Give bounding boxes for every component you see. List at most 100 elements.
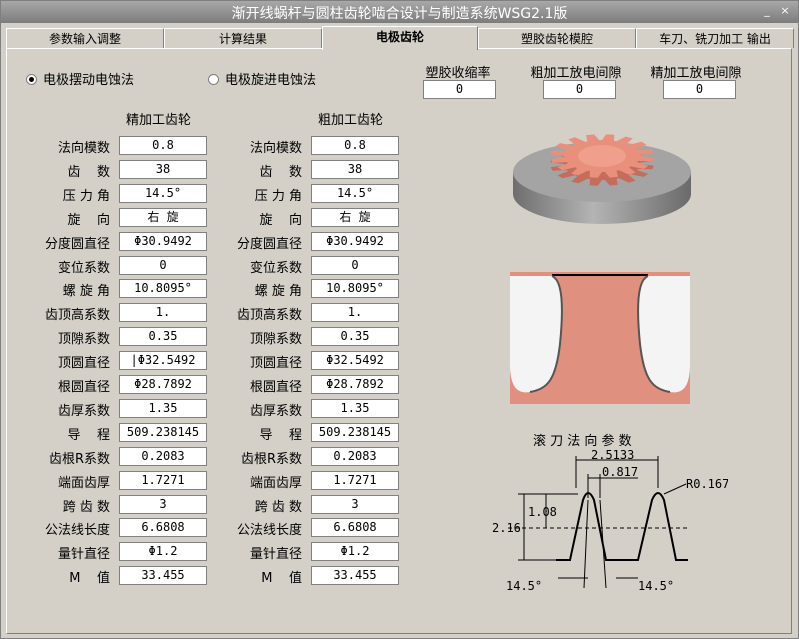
finish-param-field[interactable]: 0.8: [119, 136, 207, 155]
rough-param-field[interactable]: 509.238145: [311, 423, 399, 442]
finish-param-label: 根圆直径: [57, 380, 110, 395]
rough-param-label: 分度圆直径: [236, 237, 302, 252]
rough-param-field[interactable]: 38: [311, 160, 399, 179]
hob-addendum: 1.08: [528, 505, 557, 519]
radio-label: 电极摆动电蚀法: [43, 73, 135, 88]
finish-param-field[interactable]: Φ1.2: [119, 542, 207, 561]
finish-gap-field[interactable]: 0: [663, 80, 736, 99]
tab-lathe-mill-output[interactable]: 车刀、铣刀加工 输出: [636, 28, 794, 48]
rough-param-field[interactable]: 0.2083: [311, 447, 399, 466]
rough-param-field[interactable]: 3: [311, 495, 399, 514]
radio-swing-edm[interactable]: 电极摆动电蚀法: [26, 72, 134, 90]
finish-param-label: 顶圆直径: [57, 356, 110, 371]
finish-param-label: M 值: [69, 571, 110, 586]
finish-param-field[interactable]: 0.35: [119, 327, 207, 346]
finish-param-label: 导 程: [67, 428, 110, 443]
rough-param-label: 齿顶高系数: [236, 308, 302, 323]
finish-param-label: 变位系数: [57, 261, 110, 276]
rough-param-label: 齿根R系数: [240, 452, 302, 467]
finish-param-label: 螺 旋 角: [62, 284, 110, 299]
gear-3d-image: [513, 134, 691, 224]
radio-dot: [208, 74, 219, 85]
rough-param-field[interactable]: 1.: [311, 303, 399, 322]
rough-param-label: 螺 旋 角: [254, 284, 302, 299]
rough-param-label: 端面齿厚: [249, 476, 302, 491]
finish-param-field[interactable]: 33.455: [119, 566, 207, 585]
finish-param-field[interactable]: 0: [119, 256, 207, 275]
finish-param-label: 齿根R系数: [48, 452, 110, 467]
finish-gear-heading: 精加工齿轮: [126, 113, 192, 128]
finish-param-label: 顶隙系数: [57, 332, 110, 347]
finish-param-field[interactable]: 0.2083: [119, 447, 207, 466]
finish-param-label: 跨 齿 数: [62, 500, 110, 515]
finish-param-field[interactable]: Φ28.7892: [119, 375, 207, 394]
minimize-button[interactable]: _: [759, 3, 775, 19]
finish-param-field[interactable]: 右 旋: [119, 208, 207, 227]
finish-param-label: 端面齿厚: [57, 476, 110, 491]
tab-calc-results[interactable]: 计算结果: [164, 28, 322, 48]
title-bar: 渐开线蜗杆与圆柱齿轮啮合设计与制造系统WSG2.1版 _ ×: [1, 1, 798, 23]
hob-radius: R0.167: [686, 477, 728, 491]
rough-param-field[interactable]: 0: [311, 256, 399, 275]
rough-param-field[interactable]: 0.8: [311, 136, 399, 155]
hob-profile-diagram: 2.5133 0.817 R0.167 1.08 2.16 14.5° 14.5…: [492, 448, 728, 593]
finish-param-field[interactable]: 10.8095°: [119, 279, 207, 298]
tab-parameter-input[interactable]: 参数输入调整: [6, 28, 164, 48]
rough-param-field[interactable]: 10.8095°: [311, 279, 399, 298]
hob-angle-left: 14.5°: [506, 579, 542, 593]
tab-electrode-gear[interactable]: 电极齿轮: [322, 26, 478, 50]
rough-param-field[interactable]: 右 旋: [311, 208, 399, 227]
rough-param-label: 压 力 角: [254, 189, 302, 204]
rough-param-label: 旋 向: [259, 213, 302, 228]
rough-param-label: 顶圆直径: [249, 356, 302, 371]
hob-angle-right: 14.5°: [638, 579, 674, 593]
tab-bar: 参数输入调整 计算结果 电极齿轮 塑胶齿轮模腔 车刀、铣刀加工 输出: [6, 26, 794, 50]
finish-param-field[interactable]: Φ30.9492: [119, 232, 207, 251]
finish-param-field[interactable]: 1.: [119, 303, 207, 322]
radio-spiral-edm[interactable]: 电极旋进电蚀法: [208, 72, 316, 90]
shrink-rate-field[interactable]: 0: [423, 80, 496, 99]
rough-param-label: 公法线长度: [236, 523, 302, 538]
rough-param-field[interactable]: Φ32.5492: [311, 351, 399, 370]
finish-param-label: 齿厚系数: [57, 404, 110, 419]
rough-param-field[interactable]: 0.35: [311, 327, 399, 346]
finish-gap-label: 精加工放电间隙: [650, 66, 742, 81]
finish-param-field[interactable]: 6.6808: [119, 518, 207, 537]
rough-param-field[interactable]: 14.5°: [311, 184, 399, 203]
finish-param-field[interactable]: 3: [119, 495, 207, 514]
rough-param-label: 跨 齿 数: [254, 500, 302, 515]
rough-param-field[interactable]: 1.7271: [311, 471, 399, 490]
tab-plastic-gear-mold[interactable]: 塑胶齿轮模腔: [478, 28, 636, 48]
rough-gap-field[interactable]: 0: [543, 80, 616, 99]
finish-param-label: 齿 数: [67, 165, 110, 180]
rough-param-field[interactable]: Φ1.2: [311, 542, 399, 561]
rough-param-field[interactable]: Φ28.7892: [311, 375, 399, 394]
tooth-profile-image: [510, 264, 690, 404]
finish-param-field[interactable]: |Φ32.5492: [119, 351, 207, 370]
window-title: 渐开线蜗杆与圆柱齿轮啮合设计与制造系统WSG2.1版: [231, 6, 568, 22]
rough-param-label: 齿厚系数: [249, 404, 302, 419]
hob-tooth-width: 0.817: [602, 465, 638, 479]
rough-param-field[interactable]: 1.35: [311, 399, 399, 418]
finish-param-field[interactable]: 1.7271: [119, 471, 207, 490]
rough-param-label: 导 程: [259, 428, 302, 443]
finish-param-field[interactable]: 509.238145: [119, 423, 207, 442]
finish-param-label: 压 力 角: [62, 189, 110, 204]
rough-gap-label: 粗加工放电间隙: [530, 66, 622, 81]
hob-pitch: 2.5133: [591, 448, 634, 462]
rough-param-field[interactable]: 33.455: [311, 566, 399, 585]
finish-param-field[interactable]: 1.35: [119, 399, 207, 418]
radio-dot: [26, 74, 37, 85]
rough-gear-heading: 粗加工齿轮: [318, 113, 384, 128]
rough-param-label: 量针直径: [249, 547, 302, 562]
finish-param-field[interactable]: 38: [119, 160, 207, 179]
finish-param-label: 旋 向: [67, 213, 110, 228]
rough-param-field[interactable]: 6.6808: [311, 518, 399, 537]
rough-param-label: 变位系数: [249, 261, 302, 276]
finish-param-label: 公法线长度: [44, 523, 110, 538]
rough-param-field[interactable]: Φ30.9492: [311, 232, 399, 251]
rough-param-label: 法向模数: [249, 141, 302, 156]
finish-param-label: 分度圆直径: [44, 237, 110, 252]
close-button[interactable]: ×: [777, 3, 793, 19]
finish-param-field[interactable]: 14.5°: [119, 184, 207, 203]
